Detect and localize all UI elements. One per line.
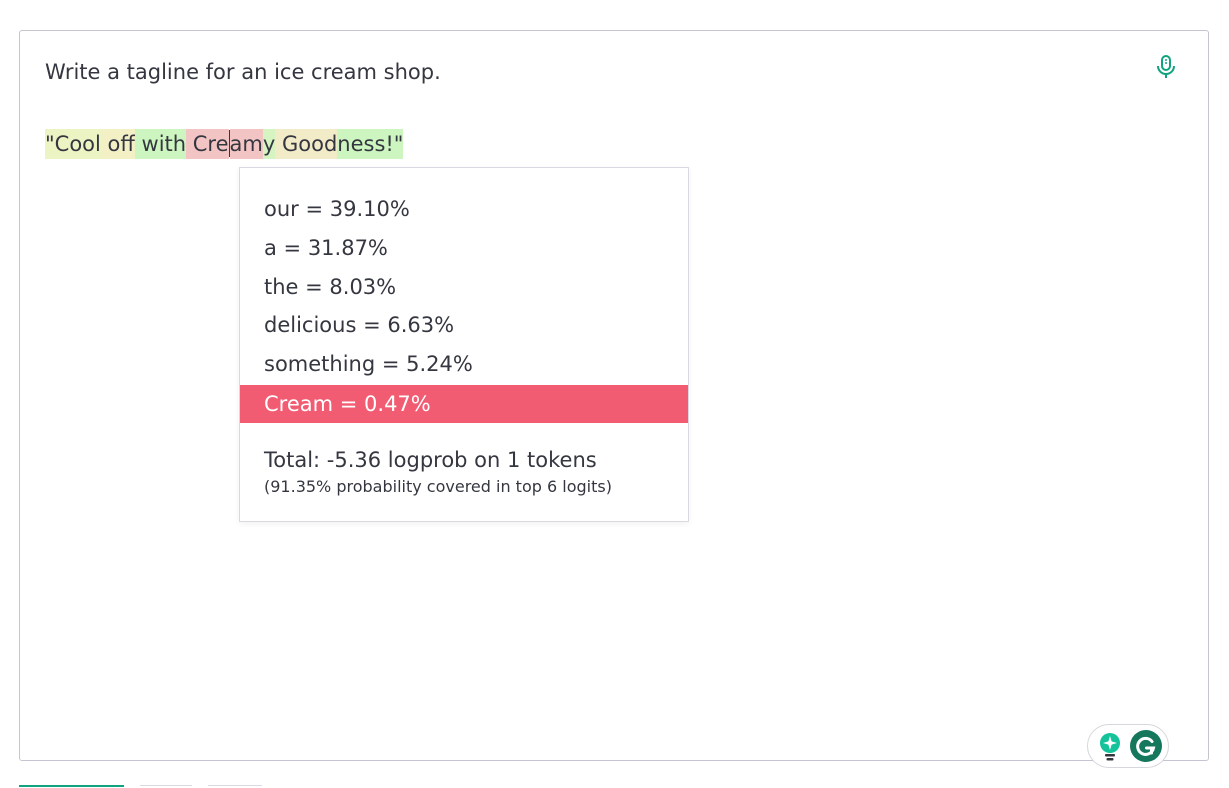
- prompt-text[interactable]: Write a tagline for an ice cream shop.: [45, 57, 441, 87]
- microphone-icon[interactable]: [1155, 53, 1177, 81]
- token-good[interactable]: Good: [275, 129, 338, 159]
- logprob-total: Total: -5.36 logprob on 1 tokens: [264, 448, 597, 472]
- logprob-option[interactable]: the = 8.03%: [240, 268, 688, 306]
- grammarly-widget[interactable]: [1087, 724, 1169, 768]
- token-off[interactable]: off: [100, 129, 135, 159]
- token-with[interactable]: with: [134, 129, 187, 159]
- logprob-option-selected[interactable]: Cream = 0.47%: [240, 385, 688, 423]
- logprob-option[interactable]: a = 31.87%: [240, 229, 688, 267]
- token-cre[interactable]: Cre: [186, 129, 229, 159]
- grammarly-logo-icon[interactable]: [1130, 730, 1162, 762]
- logprob-option[interactable]: delicious = 6.63%: [240, 306, 688, 344]
- logprob-option[interactable]: something = 5.24%: [240, 345, 688, 383]
- lightbulb-icon[interactable]: [1097, 732, 1123, 762]
- completion-text[interactable]: "Cool off with Creamy Goodness!": [45, 129, 404, 159]
- logprob-popup: our = 39.10% a = 31.87% the = 8.03% deli…: [239, 167, 689, 522]
- logprob-coverage: (91.35% probability covered in top 6 log…: [264, 477, 612, 496]
- token-cool[interactable]: "Cool: [45, 129, 101, 159]
- logprob-option[interactable]: our = 39.10%: [240, 190, 688, 228]
- token-ness[interactable]: ness!": [337, 129, 404, 159]
- token-am[interactable]: am: [229, 129, 263, 159]
- token-y[interactable]: y: [262, 129, 276, 159]
